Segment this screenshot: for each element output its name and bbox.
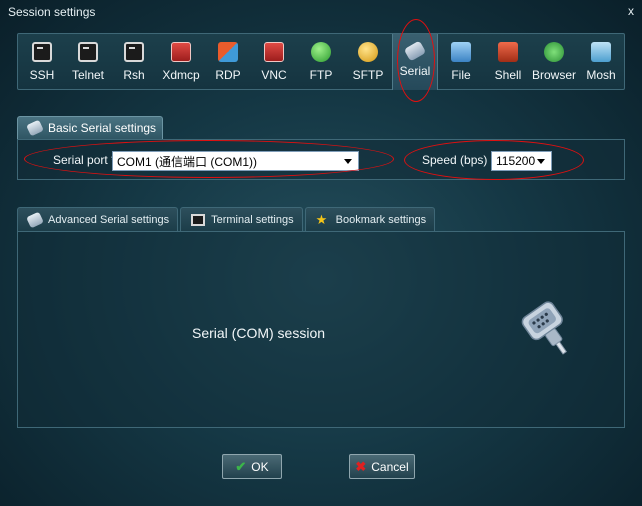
protocol-label: Xdmcp bbox=[162, 68, 200, 82]
tab-advanced-serial-settings[interactable]: Advanced Serial settings bbox=[17, 207, 179, 231]
protocol-telnet[interactable]: Telnet bbox=[65, 34, 111, 90]
cancel-x-icon: ✖ bbox=[355, 458, 367, 474]
tab-label: Bookmark settings bbox=[335, 213, 427, 226]
protocol-label: FTP bbox=[309, 68, 333, 82]
protocol-serial[interactable]: Serial bbox=[392, 34, 438, 90]
checkmark-icon: ✔ bbox=[235, 458, 247, 474]
protocol-label: Shell bbox=[494, 68, 522, 82]
window-title: Session settings bbox=[8, 5, 96, 19]
protocol-vnc[interactable]: VNC bbox=[251, 34, 297, 90]
file-icon bbox=[451, 42, 471, 62]
mosh-icon bbox=[591, 42, 611, 62]
session-panel: Serial (COM) session bbox=[17, 231, 625, 428]
protocol-label: Rsh bbox=[123, 68, 145, 82]
tab-terminal-settings[interactable]: Terminal settings bbox=[180, 207, 303, 231]
telnet-icon bbox=[78, 42, 98, 62]
protocol-ssh[interactable]: SSH bbox=[19, 34, 65, 90]
speed-value: 115200 bbox=[496, 154, 536, 168]
vnc-icon bbox=[264, 42, 284, 62]
tab-basic-serial-settings[interactable]: Basic Serial settings bbox=[17, 116, 163, 139]
close-icon[interactable]: x bbox=[628, 4, 634, 18]
protocol-label: Telnet bbox=[71, 68, 105, 82]
protocol-mosh[interactable]: Mosh bbox=[578, 34, 624, 90]
protocol-file[interactable]: File bbox=[438, 34, 484, 90]
tab-label: Basic Serial settings bbox=[48, 121, 157, 135]
tab-label: Advanced Serial settings bbox=[48, 213, 170, 226]
rsh-icon bbox=[124, 42, 144, 62]
protocol-browser[interactable]: Browser bbox=[531, 34, 577, 90]
protocol-label: SSH bbox=[29, 68, 55, 82]
protocol-label: Browser bbox=[531, 68, 576, 82]
protocol-rsh[interactable]: Rsh bbox=[111, 34, 157, 90]
protocol-toolbar: SSH Telnet Rsh Xdmcp RDP VNC FTP SFTP Se… bbox=[17, 33, 625, 90]
rdp-icon bbox=[218, 42, 238, 62]
serial-icon bbox=[26, 211, 44, 228]
protocol-ftp[interactable]: FTP bbox=[298, 34, 344, 90]
cancel-button[interactable]: ✖ Cancel bbox=[349, 454, 415, 479]
title-bar: Session settings x bbox=[0, 0, 642, 24]
serial-port-select[interactable]: COM1 (通信端口 (COM1)) bbox=[112, 151, 359, 171]
protocol-xdmcp[interactable]: Xdmcp bbox=[158, 34, 204, 90]
protocol-label: File bbox=[451, 68, 471, 82]
cancel-label: Cancel bbox=[371, 459, 409, 474]
session-description: Serial (COM) session bbox=[192, 325, 326, 341]
ssh-icon bbox=[32, 42, 52, 62]
serial-icon bbox=[403, 40, 427, 62]
basic-serial-panel: Serial port * COM1 (通信端口 (COM1)) Speed (… bbox=[17, 139, 625, 180]
chevron-down-icon bbox=[537, 159, 545, 164]
protocol-label: Mosh bbox=[586, 68, 616, 82]
ok-button[interactable]: ✔ OK bbox=[222, 454, 282, 479]
star-icon: ★ bbox=[315, 211, 328, 227]
browser-icon bbox=[544, 42, 564, 62]
protocol-label: Serial bbox=[399, 64, 431, 78]
protocol-shell[interactable]: Shell bbox=[485, 34, 531, 90]
protocol-label: SFTP bbox=[352, 68, 384, 82]
protocol-sftp[interactable]: SFTP bbox=[345, 34, 391, 90]
serial-port-label: Serial port * bbox=[53, 153, 116, 167]
tab-label: Terminal settings bbox=[211, 213, 294, 226]
ftp-icon bbox=[311, 42, 331, 62]
settings-tabs: Advanced Serial settings Terminal settin… bbox=[17, 207, 437, 231]
shell-icon bbox=[498, 42, 518, 62]
tab-bookmark-settings[interactable]: ★ Bookmark settings bbox=[304, 207, 436, 231]
protocol-label: RDP bbox=[215, 68, 241, 82]
serial-port-value: COM1 (通信端口 (COM1)) bbox=[117, 154, 257, 169]
xdmcp-icon bbox=[171, 42, 191, 62]
speed-label: Speed (bps) * bbox=[422, 153, 496, 167]
protocol-rdp[interactable]: RDP bbox=[205, 34, 251, 90]
serial-icon bbox=[26, 119, 44, 137]
protocol-label: VNC bbox=[261, 68, 287, 82]
chevron-down-icon bbox=[344, 159, 352, 164]
serial-connector-icon bbox=[521, 301, 567, 355]
speed-select[interactable]: 115200 bbox=[491, 151, 552, 171]
ok-label: OK bbox=[251, 459, 269, 474]
sftp-icon bbox=[358, 42, 378, 62]
terminal-icon bbox=[191, 213, 206, 226]
